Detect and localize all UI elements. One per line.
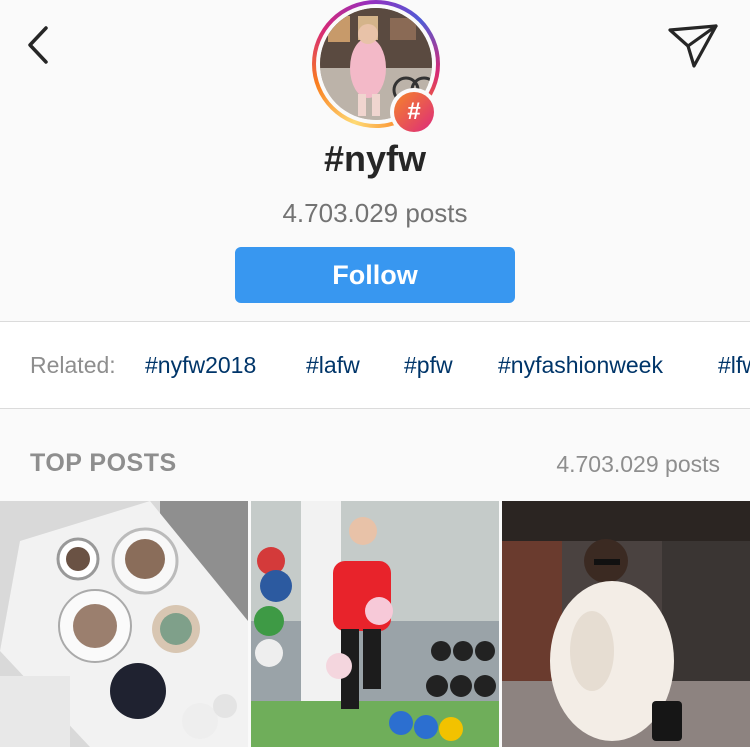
top-posts-grid [0,501,750,747]
post-image [502,501,750,747]
related-tag-lafw[interactable]: #lafw [306,352,360,379]
hashtag-header: # #nyfw 4.703.029 posts Follow [0,0,750,322]
post-image [251,501,499,747]
paper-plane-icon [668,24,718,68]
related-tag-lfw[interactable]: #lfw [718,352,750,379]
post-thumbnail-gym[interactable] [251,501,499,747]
hashtag-badge: # [390,88,438,136]
chevron-left-icon [28,26,48,64]
top-posts-title: TOP POSTS [30,449,177,477]
follow-button[interactable]: Follow [235,247,515,303]
share-button[interactable] [666,22,720,70]
related-tag-pfw[interactable]: #pfw [404,352,453,379]
post-thumbnail-coffee[interactable] [0,501,248,747]
related-hashtags-bar[interactable]: Related: #nyfw2018 #lafw #pfw #nyfashion… [0,322,750,408]
post-thumbnail-street[interactable] [502,501,750,747]
back-button[interactable] [22,22,58,68]
related-tag-nyfashionweek[interactable]: #nyfashionweek [498,352,663,379]
hashtag-icon: # [394,92,434,132]
post-image [0,501,248,747]
post-count: 4.703.029 posts [282,198,468,228]
top-posts-header: TOP POSTS 4.703.029 posts [0,409,750,501]
hashtag-title: #nyfw [323,138,427,179]
related-tag-nyfw2018[interactable]: #nyfw2018 [145,352,256,379]
top-posts-count: 4.703.029 posts [556,451,720,477]
related-label: Related: [30,352,116,378]
